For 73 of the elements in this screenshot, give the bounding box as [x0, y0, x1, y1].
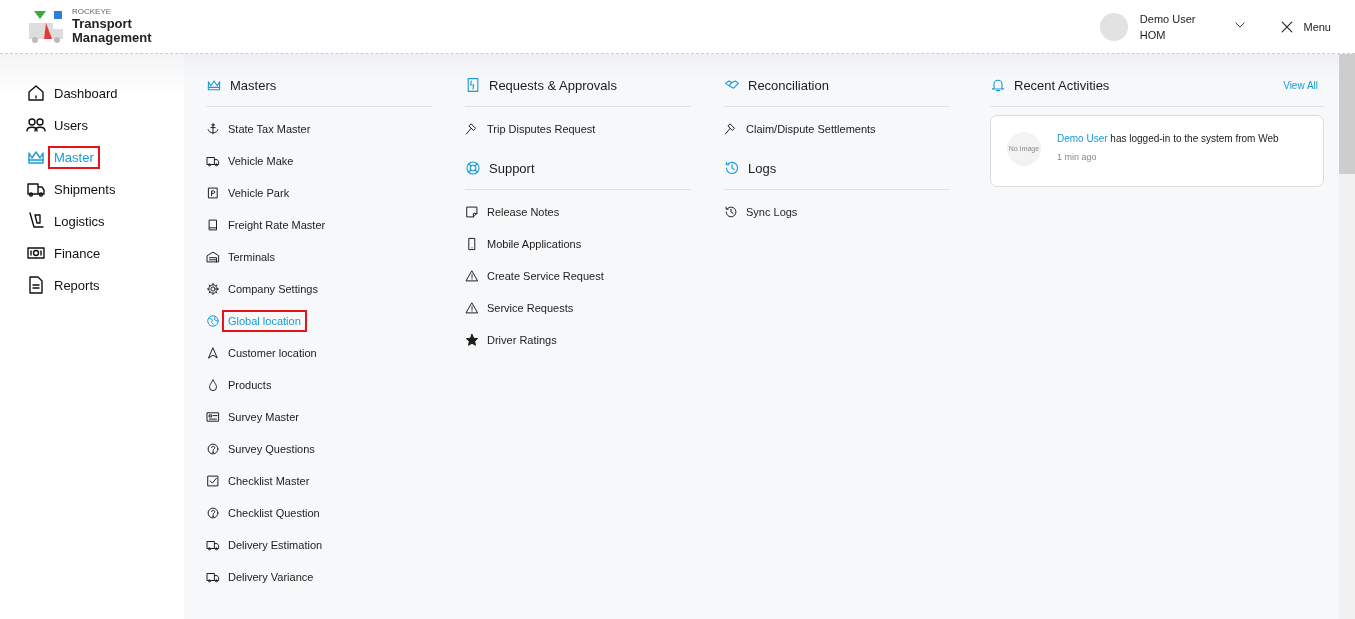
menu-link[interactable]: Claim/Dispute Settlements [740, 118, 882, 140]
history-icon [724, 160, 740, 176]
sidebar-item[interactable]: Finance [48, 241, 107, 265]
menu-link[interactable]: Terminals [222, 246, 282, 268]
scrollbar-thumb[interactable] [1339, 54, 1355, 174]
avatar-silhouette[interactable] [1099, 12, 1128, 41]
star-icon [465, 333, 479, 347]
brand-title: Transport [72, 16, 133, 31]
sidebar-item[interactable]: Logistics [48, 209, 111, 233]
warning-icon [465, 269, 479, 283]
note-icon [465, 205, 479, 219]
activity-message: Demo User has logged-in to the system from Web [1057, 132, 1279, 146]
users-icon [26, 115, 46, 135]
history-icon [724, 205, 738, 219]
menu-link[interactable]: Survey Master [222, 406, 305, 428]
menu-link[interactable]: Delivery Estimation [222, 534, 329, 556]
checkbox-icon [206, 474, 220, 488]
menu-link[interactable]: State Tax Master [222, 118, 317, 140]
document-icon [26, 275, 46, 295]
sidebar-item[interactable]: Users [48, 113, 94, 137]
anchor-icon [206, 122, 220, 136]
section-title: Recent Activities [1014, 77, 1110, 93]
drop-icon [206, 378, 220, 392]
form-icon [206, 410, 220, 424]
menu-link[interactable]: Create Service Request [481, 265, 610, 287]
truck-icon [206, 154, 220, 168]
menu-link[interactable]: Products [222, 374, 278, 396]
navigation-arrow-icon [206, 346, 220, 360]
sidebar-item[interactable]: Shipments [48, 177, 122, 201]
section-title: Logs [748, 160, 777, 176]
menu-link[interactable]: Driver Ratings [481, 329, 563, 351]
section-title: Support [489, 160, 535, 176]
section-title: Reconciliation [748, 77, 829, 93]
sidebar-item[interactable]: Reports [48, 273, 106, 297]
bell-icon [990, 77, 1006, 93]
menu-link[interactable]: Mobile Applications [481, 233, 588, 255]
section-title: Masters [230, 77, 277, 93]
menu-link[interactable]: Release Notes [481, 201, 566, 223]
menu-link[interactable]: Vehicle Park [222, 182, 296, 204]
section-title: Requests & Approvals [489, 77, 617, 93]
menu-link[interactable]: Checklist Question [222, 502, 326, 524]
sidebar-item[interactable]: Dashboard [48, 81, 124, 105]
menu-link[interactable]: Freight Rate Master [222, 214, 332, 236]
settings-icon [206, 282, 220, 296]
menu-link[interactable]: Customer location [222, 342, 323, 364]
question-circle-icon [206, 442, 220, 456]
lifebuoy-icon [465, 160, 481, 176]
question-circle-icon [206, 506, 220, 520]
menu-link[interactable]: Trip Disputes Request [481, 118, 602, 140]
menu-link[interactable]: Service Requests [481, 297, 580, 319]
truck-icon [206, 538, 220, 552]
warning-icon [465, 301, 479, 315]
menu-link[interactable]: Checklist Master [222, 470, 316, 492]
garage-icon [206, 250, 220, 264]
truck-icon [206, 570, 220, 584]
gavel-icon [465, 122, 479, 136]
globe-icon [206, 314, 220, 328]
user-name: Demo User [1139, 11, 1196, 27]
menu-link[interactable]: Survey Questions [222, 438, 321, 460]
book-icon [206, 218, 220, 232]
brand-small-text: ROCKEYE [72, 7, 113, 17]
gavel-icon [724, 122, 738, 136]
menu-link[interactable]: Vehicle Make [222, 150, 300, 172]
parking-sign-icon [206, 186, 220, 200]
house-icon [26, 83, 46, 103]
menu-link[interactable]: Sync Logs [740, 201, 804, 223]
brand-subtitle: Management [72, 30, 152, 46]
menu-link[interactable]: Company Settings [222, 278, 324, 300]
menu-button[interactable]: Menu [1279, 18, 1331, 35]
menu-link[interactable]: Delivery Variance [222, 566, 320, 588]
truck-logo-icon [26, 8, 66, 45]
user-role: HOM [1139, 27, 1167, 43]
activity-time: 1 min ago [1057, 152, 1098, 162]
